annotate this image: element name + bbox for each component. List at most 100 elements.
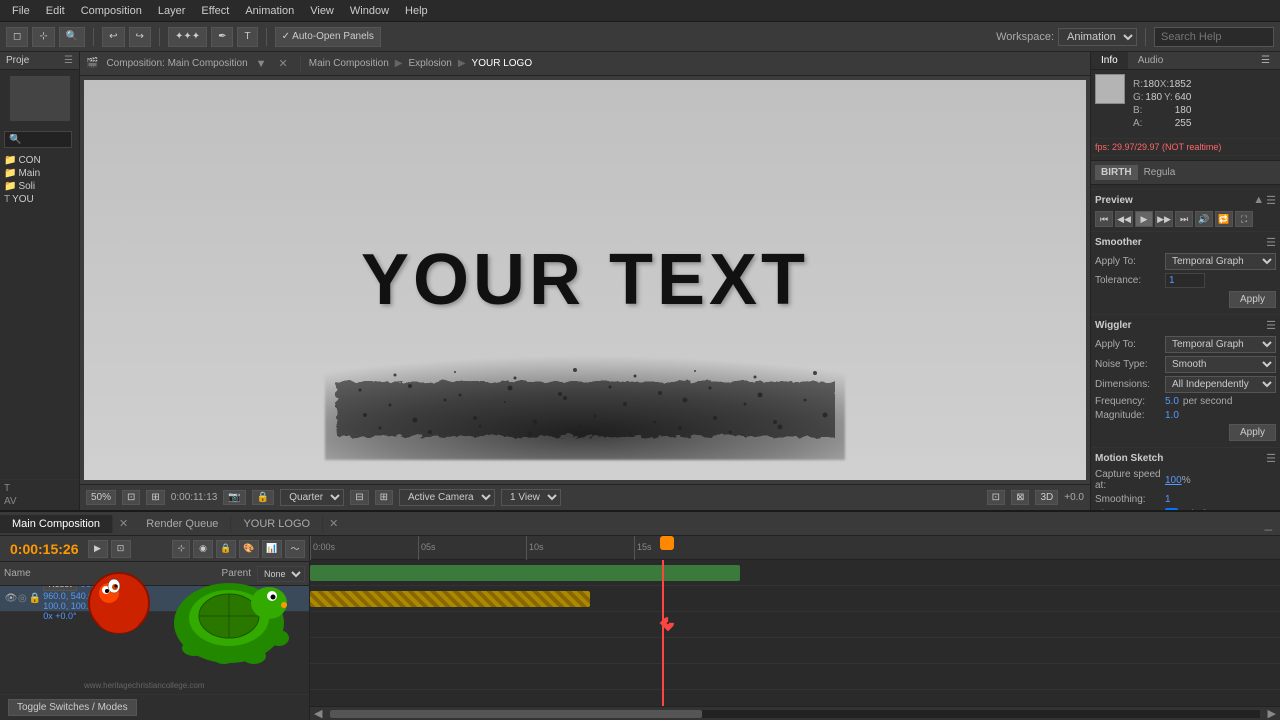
scroll-right-btn[interactable]: ▶ [1264,707,1280,720]
viewer-zoom-btn[interactable]: 50% [86,490,116,505]
tl-btn-motion[interactable]: 〜 [285,540,305,558]
preview-play[interactable]: ▶ [1135,211,1153,227]
timeline-tab-logo[interactable]: YOUR LOGO [231,515,323,533]
track-row-4[interactable] [310,638,1280,664]
layer-lock-icon[interactable]: 🔒 [29,593,41,604]
menu-view[interactable]: View [302,3,342,19]
motion-wireframe-input[interactable] [1165,508,1178,510]
viewer-view-select[interactable]: 1 View [501,489,561,506]
viewer-fit-btn[interactable]: ⊡ [122,490,140,505]
tl-btn-2[interactable]: ⊡ [111,540,131,558]
wiggler-apply-select[interactable]: Temporal Graph [1165,336,1276,353]
preview-skip-end[interactable]: ⏭ [1175,211,1193,227]
preview-menu-icon[interactable]: ☰ [1266,194,1276,207]
wiggler-menu-icon[interactable]: ☰ [1266,319,1276,332]
wiggler-mag-value[interactable]: 1.0 [1165,410,1179,421]
tab-info[interactable]: Info [1091,52,1128,69]
track-row-2[interactable] [310,586,1280,612]
layer-scale-value[interactable]: 100.0, 100.0% [43,601,305,611]
project-search-input[interactable] [4,131,72,148]
breadcrumb-explosion[interactable]: Explosion [408,58,451,69]
viewer-mask-btn[interactable]: ⊠ [1011,490,1029,505]
timeline-tab-main[interactable]: Main Composition [0,515,113,533]
preview-audio[interactable]: 🔊 [1195,211,1213,227]
viewer-snap-btn[interactable]: ⊞ [146,490,164,505]
workspace-select[interactable]: Animation [1058,28,1137,46]
menu-animation[interactable]: Animation [237,3,302,19]
menu-layer[interactable]: Layer [150,3,194,19]
track-row-5[interactable] [310,664,1280,690]
toolbar-btn-5[interactable]: ↪ [129,27,151,47]
layer-eye-icon[interactable]: 👁 [4,593,18,604]
menu-composition[interactable]: Composition [73,3,150,19]
tl-btn-color[interactable]: 🎨 [239,540,259,558]
tl-btn-mode[interactable]: ⊹ [172,540,190,558]
timeline-tab-close-logo[interactable]: ✕ [323,514,344,533]
layer-position-value[interactable]: 960.0, 540.0 [43,591,305,601]
project-item-you[interactable]: T YOU [2,193,77,206]
motion-wireframe-check[interactable]: Wireframe [1165,508,1228,510]
smoother-menu-icon[interactable]: ☰ [1266,236,1276,249]
project-item-con[interactable]: 📁 CON [2,154,77,167]
toolbar-btn-3[interactable]: 🔍 [59,27,85,47]
wiggler-apply-btn[interactable]: Apply [1229,424,1276,441]
timeline-tab-close-main[interactable]: ✕ [113,514,134,533]
tab-audio[interactable]: Audio [1128,52,1174,69]
viewer-camera-btn[interactable]: 📷 [223,490,245,505]
tl-btn-1[interactable]: ▶ [88,540,108,558]
smoother-apply-select[interactable]: Temporal Graph [1165,253,1276,270]
scroll-track[interactable] [330,710,1259,718]
menu-help[interactable]: Help [397,3,436,19]
info-panel-menu[interactable]: ☰ [1251,52,1280,69]
viewer-camera-select[interactable]: Active Camera [399,489,495,506]
layer-solo-icon[interactable]: ◎ [18,593,27,604]
project-menu-icon[interactable]: ☰ [64,55,73,66]
toolbar-btn-text[interactable]: T [237,27,257,47]
search-help-input[interactable] [1154,27,1274,47]
viewer-grid-btn[interactable]: ⊞ [375,490,393,505]
tl-btn-lock[interactable]: 🔒 [216,540,236,558]
preview-step-fwd[interactable]: ▶▶ [1155,211,1173,227]
breadcrumb-your-logo[interactable]: YOUR LOGO [472,58,533,69]
smoother-tolerance-value[interactable]: 1 [1165,273,1205,288]
motion-capture-value[interactable]: 100 [1165,475,1182,486]
timeline-layer-row[interactable]: 👁 ◎ 🔒 Reset 960.0, 540.0 960.0, 540.0 10… [0,586,309,612]
viewer-lock-btn[interactable]: 🔒 [252,490,274,505]
viewer-3d-btn[interactable]: 3D [1035,490,1058,505]
toggle-switches-btn[interactable]: Toggle Switches / Modes [8,699,137,716]
wiggler-dim-select[interactable]: All Independently [1165,376,1276,393]
preview-loop[interactable]: 🔁 [1215,211,1233,227]
preview-step-back[interactable]: ◀◀ [1115,211,1133,227]
tl-btn-solo[interactable]: ◉ [193,540,213,558]
layer-anchor-value[interactable]: 960.0, 540.0 [81,586,131,589]
track-row-3[interactable] [310,612,1280,638]
toolbar-btn-4[interactable]: ↩ [102,27,124,47]
smoother-apply-btn[interactable]: Apply [1229,291,1276,308]
menu-edit[interactable]: Edit [38,3,73,19]
tl-btn-graph[interactable]: 📊 [262,540,282,558]
auto-open-panels-btn[interactable]: ✓ Auto-Open Panels [275,27,381,47]
project-item-main[interactable]: 📁 Main [2,167,77,180]
viewer-quality-select[interactable]: Quarter Half Full [280,489,344,506]
motion-smooth-value[interactable]: 1 [1165,494,1171,505]
time-indicator-handle[interactable] [660,536,674,550]
project-item-soli[interactable]: 📁 Soli [2,180,77,193]
scroll-left-btn[interactable]: ◀ [310,707,326,720]
preview-skip-start[interactable]: ⏮ [1095,211,1113,227]
timeline-tab-render[interactable]: Render Queue [134,515,231,533]
breadcrumb-main-comp[interactable]: Main Composition [309,58,389,69]
menu-file[interactable]: File [4,3,38,19]
preview-fullscreen[interactable]: ⛶ [1235,211,1253,227]
layer-rotation-value[interactable]: 0x +0.0° [43,611,305,621]
wiggler-freq-value[interactable]: 5.0 [1165,396,1179,407]
motion-menu-icon[interactable]: ☰ [1266,452,1276,465]
project-tab-label[interactable]: Proje [6,55,29,66]
track-row-1[interactable] [310,560,1280,586]
menu-effect[interactable]: Effect [193,3,237,19]
wiggler-noise-select[interactable]: Smooth Jagged [1165,356,1276,373]
text-tool-av[interactable]: AV [4,495,75,508]
viewer-guide-btn[interactable]: ⊡ [987,490,1005,505]
breadcrumb-close[interactable]: ✕ [279,57,288,70]
timeline-minimize-btn[interactable]: _ [1257,516,1280,531]
toolbar-btn-tools[interactable]: ✦✦✦ [168,27,207,47]
